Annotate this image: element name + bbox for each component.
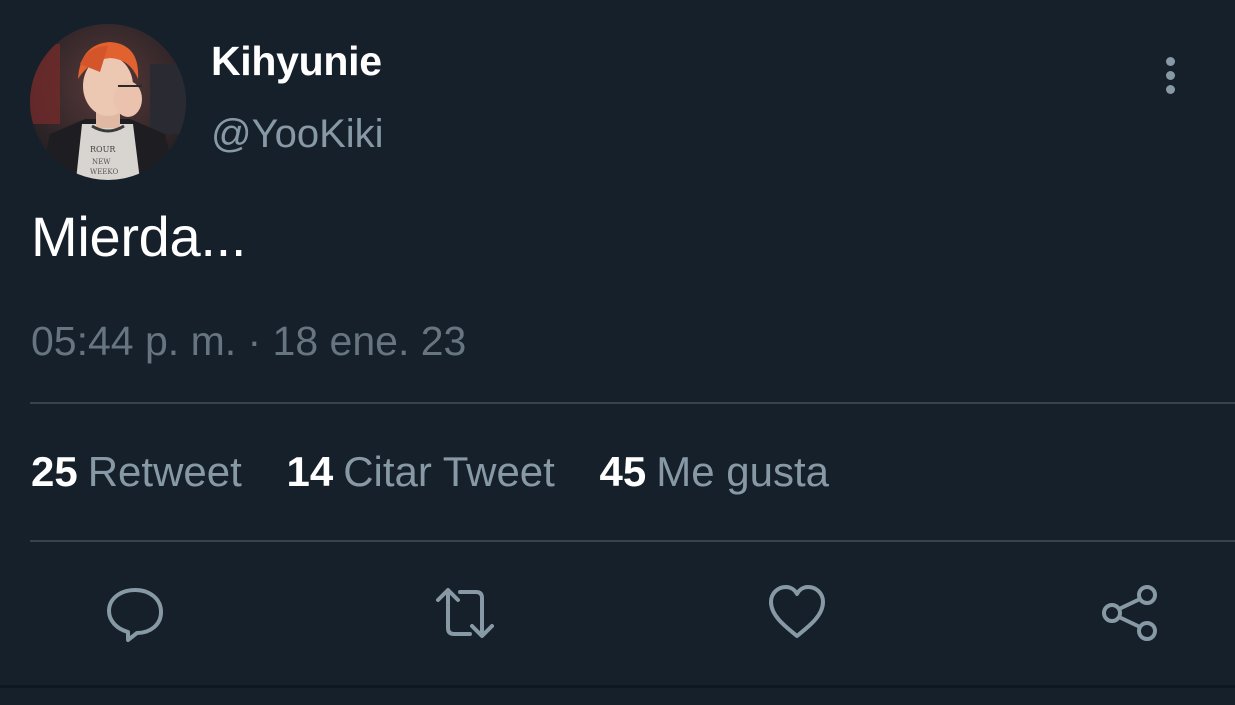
retweet-button[interactable] bbox=[434, 582, 496, 644]
svg-text:NEW: NEW bbox=[92, 158, 111, 166]
share-button[interactable] bbox=[1099, 582, 1161, 644]
more-options-icon[interactable] bbox=[1158, 55, 1184, 97]
divider bbox=[30, 402, 1235, 404]
like-count-link[interactable]: 45 Me gusta bbox=[600, 448, 829, 496]
tweet-text: Mierda... bbox=[31, 205, 247, 268]
stat-count: 14 bbox=[286, 448, 334, 495]
tweet-timestamp[interactable]: 05:44 p. m. · 18 ene. 23 bbox=[31, 318, 466, 365]
svg-text:WEEKO: WEEKO bbox=[90, 168, 118, 176]
svg-text:ROUR: ROUR bbox=[90, 145, 116, 154]
quote-tweet-count-link[interactable]: 14 Citar Tweet bbox=[286, 448, 554, 496]
like-icon bbox=[769, 585, 825, 638]
tweet-detail: ROUR NEW WEEKO Kihyunie @YooKiki Mierda.… bbox=[0, 0, 1235, 705]
user-handle[interactable]: @YooKiki bbox=[211, 112, 384, 157]
stat-label: Me gusta bbox=[656, 448, 829, 495]
display-name[interactable]: Kihyunie bbox=[211, 38, 382, 85]
retweet-icon bbox=[436, 588, 494, 638]
stat-label: Citar Tweet bbox=[343, 448, 555, 495]
engagement-stats: 25 Retweet 14 Citar Tweet 45 Me gusta bbox=[31, 448, 862, 496]
like-button[interactable] bbox=[766, 582, 828, 644]
stat-count: 45 bbox=[599, 448, 647, 495]
reply-button[interactable] bbox=[104, 582, 166, 644]
reply-icon bbox=[107, 588, 163, 642]
avatar[interactable]: ROUR NEW WEEKO bbox=[30, 24, 186, 180]
stat-count: 25 bbox=[31, 448, 78, 495]
stat-label: Retweet bbox=[87, 448, 242, 495]
share-icon bbox=[1102, 585, 1157, 641]
retweet-count-link[interactable]: 25 Retweet bbox=[31, 448, 242, 496]
divider bbox=[0, 685, 1235, 688]
avatar-image: ROUR NEW WEEKO bbox=[30, 24, 186, 180]
divider bbox=[30, 540, 1235, 542]
